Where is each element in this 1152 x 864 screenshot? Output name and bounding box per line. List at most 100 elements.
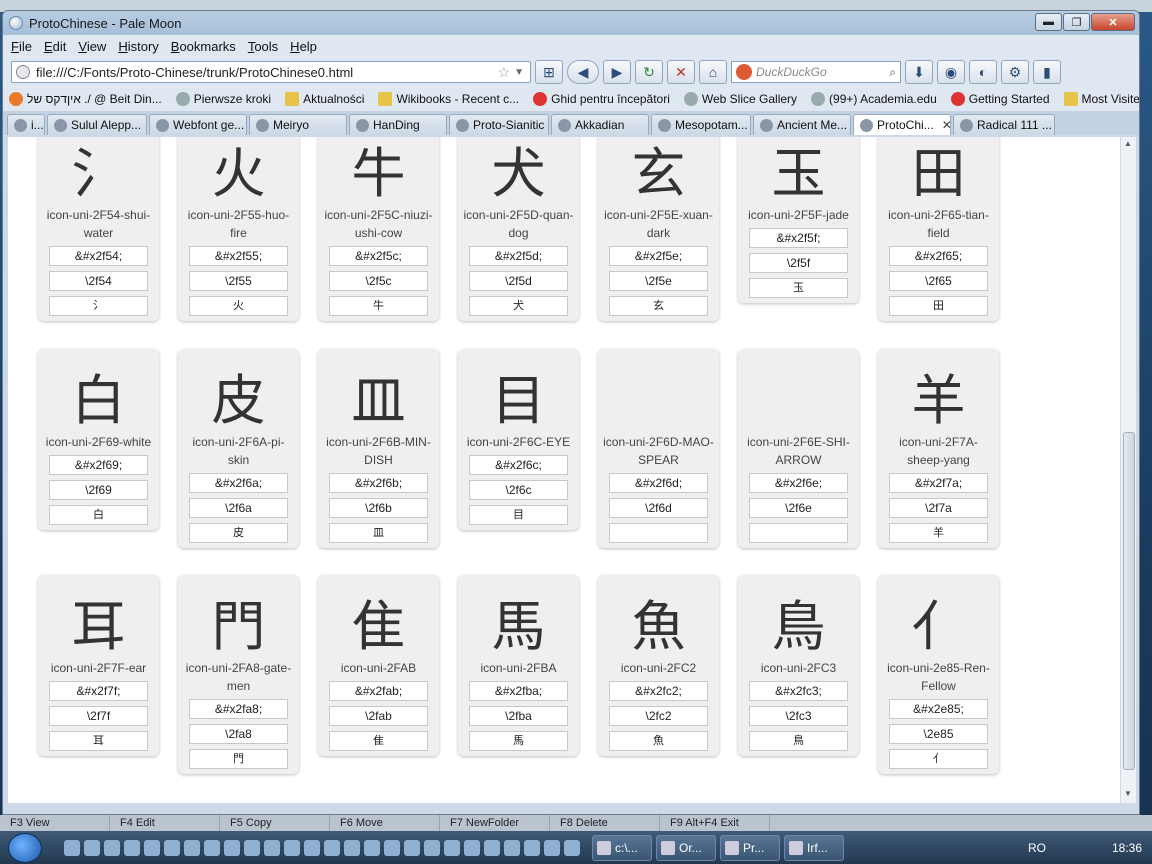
tab[interactable]: Mesopotam... [651, 114, 751, 135]
bookmark-item[interactable]: Most Visited [1063, 92, 1139, 106]
app-icon[interactable] [184, 839, 200, 856]
close-tab-icon[interactable]: ✕ [942, 118, 950, 132]
app-icon[interactable] [244, 839, 260, 856]
app-icon[interactable] [524, 839, 540, 856]
menu-tools[interactable]: Tools [248, 39, 278, 54]
app-icon[interactable] [64, 839, 80, 856]
scrollbar-thumb[interactable] [1123, 432, 1135, 770]
scroll-up-icon[interactable]: ▲ [1124, 139, 1132, 148]
entity-field[interactable]: &#x2f55; [189, 246, 288, 266]
entity-field[interactable]: &#x2f7a; [889, 473, 988, 493]
taskbar-task[interactable]: Pr... [720, 834, 780, 861]
app-icon[interactable] [164, 839, 180, 856]
scroll-down-icon[interactable]: ▼ [1124, 789, 1132, 798]
tab[interactable]: Akkadian [551, 114, 649, 135]
app-icon[interactable] [404, 839, 420, 856]
app-icon[interactable] [104, 839, 120, 856]
bookmark-item[interactable]: Ghid pentru începători [533, 92, 670, 106]
app-icon[interactable] [504, 839, 520, 856]
fkey-label[interactable]: F4 Edit [110, 815, 220, 831]
app-icon[interactable] [144, 839, 160, 856]
css-code-field[interactable]: \2fab [329, 706, 428, 726]
css-code-field[interactable]: \2f65 [889, 271, 988, 291]
glyph-field[interactable]: 隹 [329, 731, 428, 751]
entity-field[interactable]: &#x2f7f; [49, 681, 148, 701]
bookmark-item[interactable]: איןדקס של ./ @ Beit Din... [9, 92, 162, 106]
css-code-field[interactable]: \2f7f [49, 706, 148, 726]
entity-field[interactable]: &#x2fc3; [749, 681, 848, 701]
entity-field[interactable]: &#x2f6d; [609, 473, 708, 493]
css-code-field[interactable]: \2fba [469, 706, 568, 726]
css-code-field[interactable]: \2f7a [889, 498, 988, 518]
menu-view[interactable]: View [78, 39, 106, 54]
fkey-label[interactable]: F3 View [0, 815, 110, 831]
menu-edit[interactable]: Edit [44, 39, 66, 54]
home-icon[interactable]: ⌂ [699, 60, 727, 84]
sidebar-icon[interactable]: ▮ [1033, 60, 1061, 84]
entity-field[interactable]: &#x2fa8; [189, 699, 288, 719]
glyph-field[interactable]: 田 [889, 296, 988, 316]
entity-field[interactable]: &#x2fba; [469, 681, 568, 701]
title-bar[interactable]: ProtoChinese - Pale Moon ▬ ❐ ✕ [3, 11, 1139, 35]
glyph-field[interactable]: 羊 [889, 523, 988, 543]
fkey-label[interactable]: F5 Copy [220, 815, 330, 831]
bookmark-item[interactable]: Pierwsze kroki [175, 92, 271, 106]
menu-bookmarks[interactable]: Bookmarks [171, 39, 236, 54]
tab[interactable]: Meiryo [249, 114, 347, 135]
app-icon[interactable] [264, 839, 280, 856]
back-button[interactable]: ◀ [567, 60, 599, 84]
glyph-field[interactable]: 馬 [469, 731, 568, 751]
entity-field[interactable]: &#x2f5e; [609, 246, 708, 266]
glyph-field[interactable] [749, 523, 848, 543]
css-code-field[interactable]: \2f6d [609, 498, 708, 518]
glyph-field[interactable]: 魚 [609, 731, 708, 751]
taskbar-task[interactable]: Or... [656, 834, 716, 861]
app-icon[interactable] [364, 839, 380, 856]
entity-field[interactable]: &#x2f6e; [749, 473, 848, 493]
tab[interactable]: Ancient Me... [753, 114, 851, 135]
css-code-field[interactable]: \2f5f [749, 253, 848, 273]
fkey-label[interactable]: F8 Delete [550, 815, 660, 831]
glyph-field[interactable]: 目 [469, 505, 568, 525]
app-icon[interactable] [444, 839, 460, 856]
css-code-field[interactable]: \2fc3 [749, 706, 848, 726]
search-placeholder[interactable]: DuckDuckGo [756, 65, 889, 79]
app-icon[interactable] [324, 839, 340, 856]
glyph-field[interactable]: 皮 [189, 523, 288, 543]
app-icon[interactable] [464, 839, 480, 856]
search-icon[interactable]: ⌕ [889, 65, 896, 80]
settings-icon[interactable]: ⚙ [1001, 60, 1029, 84]
app-icon[interactable] [284, 839, 300, 856]
glyph-field[interactable]: 耳 [49, 731, 148, 751]
url-bar[interactable]: file:///C:/Fonts/Proto-Chinese/trunk/Pro… [11, 61, 531, 83]
glyph-field[interactable]: 玉 [749, 278, 848, 298]
entity-field[interactable]: &#x2f6a; [189, 473, 288, 493]
glyph-field[interactable]: 氵 [49, 296, 148, 316]
reload-icon[interactable]: ↻ [635, 60, 663, 84]
entity-field[interactable]: &#x2f5d; [469, 246, 568, 266]
glyph-field[interactable]: 牛 [329, 296, 428, 316]
bookmark-item[interactable]: Aktualności [285, 92, 364, 106]
css-code-field[interactable]: \2f54 [49, 271, 148, 291]
app-icon[interactable] [484, 839, 500, 856]
entity-field[interactable]: &#x2f65; [889, 246, 988, 266]
fkey-label[interactable]: F6 Move [330, 815, 440, 831]
app-icon[interactable] [124, 839, 140, 856]
entity-field[interactable]: &#x2fab; [329, 681, 428, 701]
fkey-label[interactable]: F9 Alt+F4 Exit [660, 815, 770, 831]
css-code-field[interactable]: \2f6e [749, 498, 848, 518]
app-icon[interactable] [304, 839, 320, 856]
bookmark-item[interactable]: Getting Started [950, 92, 1050, 106]
css-code-field[interactable]: \2f69 [49, 480, 148, 500]
entity-field[interactable]: &#x2f69; [49, 455, 148, 475]
css-code-field[interactable]: \2f6a [189, 498, 288, 518]
start-button[interactable] [8, 832, 42, 863]
bookmark-star-icon[interactable]: ☆ [498, 64, 511, 81]
glyph-field[interactable] [609, 523, 708, 543]
entity-field[interactable]: &#x2f5c; [329, 246, 428, 266]
entity-field[interactable]: &#x2f5f; [749, 228, 848, 248]
glyph-field[interactable]: 火 [189, 296, 288, 316]
app-icon[interactable] [564, 839, 580, 856]
new-tab-icon[interactable]: ⊞ [535, 60, 563, 84]
css-code-field[interactable]: \2f6b [329, 498, 428, 518]
